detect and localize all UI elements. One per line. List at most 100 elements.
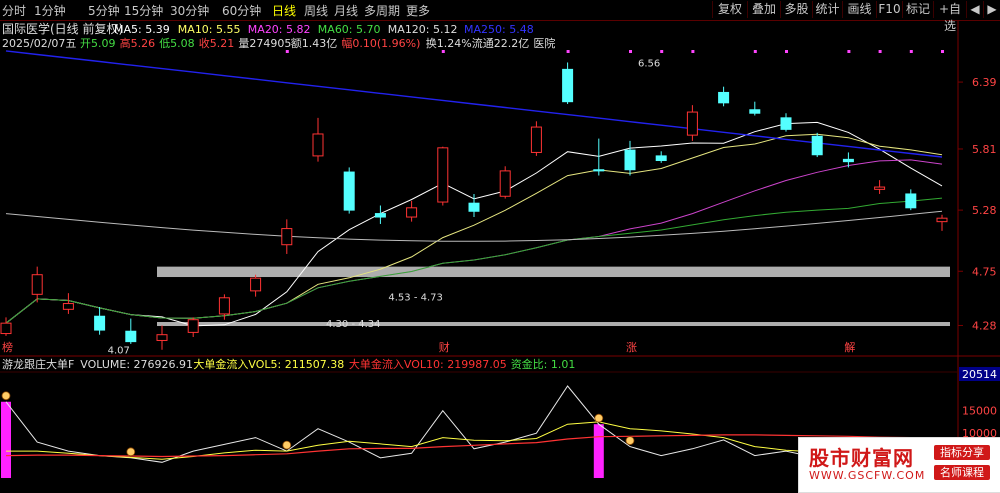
quote-info: 医院 [533, 36, 555, 50]
toolbar-button[interactable]: 画线 [842, 1, 876, 18]
timeframe-tab[interactable]: 60分钟 [222, 2, 261, 19]
quote-info: 换1.24% [426, 36, 472, 50]
watermark-logo: 股市财富网 WWW.GSCFW.COM 指标分享 名师课程 [798, 437, 1000, 493]
candle [936, 214, 948, 231]
candle-body [624, 149, 636, 171]
timeframe-tab[interactable]: 月线 [334, 2, 358, 19]
money-bag-icon [1, 391, 11, 401]
ma-label: MA120: 5.12 [388, 23, 458, 36]
candle [406, 200, 418, 222]
candle-body [374, 213, 386, 218]
y-tick-label: 4.75 [972, 265, 997, 278]
timeframe-tab[interactable]: 1分钟 [34, 2, 66, 19]
candle-body [187, 319, 199, 333]
logo-title: 股市财富网 [809, 446, 914, 470]
candle-body [686, 111, 698, 136]
signal-dot [629, 50, 632, 53]
toolbar-button[interactable]: 叠加 [747, 1, 780, 18]
event-marker: 涨 [626, 341, 637, 354]
candle-body [343, 171, 355, 211]
indicator-label: VOLUME: 276926.91 [80, 358, 193, 371]
indicator-label: 大单金流入VOL5: 211507.38 [193, 357, 344, 371]
candle [718, 86, 730, 107]
price-annotation: 4.30 - 4.34 [326, 319, 381, 330]
candle-body [0, 322, 12, 335]
candle-body [593, 169, 605, 172]
candle [905, 189, 917, 211]
current-value: 20514 [962, 368, 997, 381]
timeframe-tab[interactable]: 5分钟 [88, 2, 120, 19]
timeframe-tab[interactable]: 15分钟 [124, 2, 163, 19]
candle [562, 62, 574, 104]
candle-body [218, 297, 230, 315]
money-bag-icon [625, 436, 635, 446]
candle-body [31, 274, 43, 295]
ma-label: MA5: 5.39 [114, 23, 170, 36]
volume-highlight-bar [1, 401, 11, 478]
indicator-label: 大单金流入VOL10: 219987.05 [349, 357, 507, 371]
candle [686, 105, 698, 141]
y-tick-label: 5.28 [972, 204, 997, 217]
timeframe-tab[interactable]: 周线 [304, 2, 328, 19]
money-bag-icon [594, 413, 604, 423]
candle-body [125, 330, 137, 343]
quote-info: 收5.21 [199, 36, 235, 50]
timeframe-tab[interactable]: 30分钟 [170, 2, 209, 19]
money-bag-icon [282, 440, 292, 450]
candle-body [749, 109, 761, 114]
candle-body [312, 133, 324, 157]
candle-body [530, 126, 542, 153]
candle [250, 274, 262, 297]
candle-body [655, 155, 667, 162]
toolbar-button[interactable]: ▶ [983, 1, 1000, 18]
timeframe-tab[interactable]: 分时 [2, 2, 26, 19]
quote-info: 低5.08 [159, 37, 195, 50]
quote-info: 量274905 [238, 37, 291, 50]
quote-info: 2025/02/07五 [2, 37, 76, 50]
quote-info: 开5.09 [80, 37, 116, 50]
signal-dot [441, 50, 445, 53]
y-tick-label: 4.28 [972, 319, 997, 332]
candle [499, 166, 511, 199]
candle [31, 266, 43, 303]
vol-tick-label: 15000 [962, 405, 997, 418]
price-zone-band [157, 266, 950, 278]
toolbar-button[interactable]: 标记 [902, 1, 933, 18]
candle-body [936, 217, 948, 223]
signal-dot [878, 50, 882, 53]
candle-body [811, 135, 823, 156]
signal-dot [909, 50, 913, 53]
candle-body [62, 303, 74, 310]
toolbar: 分时 1分钟 5分钟 15分钟 30分钟 60分钟 日线 周线 月线 多周期 更多 复权 叠加 多股 统计画… [0, 0, 1000, 33]
ma-label: MA20: 5.82 [248, 23, 311, 36]
candle-body [468, 202, 480, 212]
toolbar-button[interactable]: +自选 [933, 1, 966, 33]
toolbar-button[interactable]: F10 [876, 1, 902, 18]
timeframe-tab[interactable]: 日线 [272, 2, 296, 19]
stock-chart[interactable]: 国际医学(日线 前复权)MA5: 5.39 MA10: 5.55 MA20: 5.8… [0, 0, 1000, 492]
candle-body [94, 315, 106, 331]
indicator-label: 游龙跟庄大单F [2, 357, 74, 371]
toolbar-button[interactable]: 复权 [712, 1, 747, 18]
toolbar-button[interactable]: 多股 [780, 1, 812, 18]
timeframe-tab[interactable]: 多周期 [364, 2, 400, 19]
candle [437, 146, 449, 206]
logo-badge-indicator[interactable]: 指标分享 [934, 445, 990, 460]
toolbar-button[interactable]: ◀ [966, 1, 983, 18]
candle [593, 138, 605, 176]
signal-dot [785, 50, 788, 53]
ma5-line [5, 121, 943, 327]
quote-info: 高5.26 [120, 36, 156, 50]
candle [749, 101, 761, 116]
logo-badge-course[interactable]: 名师课程 [934, 465, 990, 480]
candle [874, 180, 886, 194]
candle [624, 140, 636, 176]
logo-url: WWW.GSCFW.COM [809, 469, 926, 482]
ma250-line [5, 50, 943, 158]
candle [530, 121, 542, 156]
toolbar-button[interactable]: 统计 [812, 1, 842, 18]
y-tick-label: 6.39 [972, 76, 997, 89]
signal-dot [753, 50, 757, 53]
chart-title: 国际医学(日线 前复权) [2, 21, 123, 36]
timeframe-tab[interactable]: 更多 [406, 2, 430, 19]
